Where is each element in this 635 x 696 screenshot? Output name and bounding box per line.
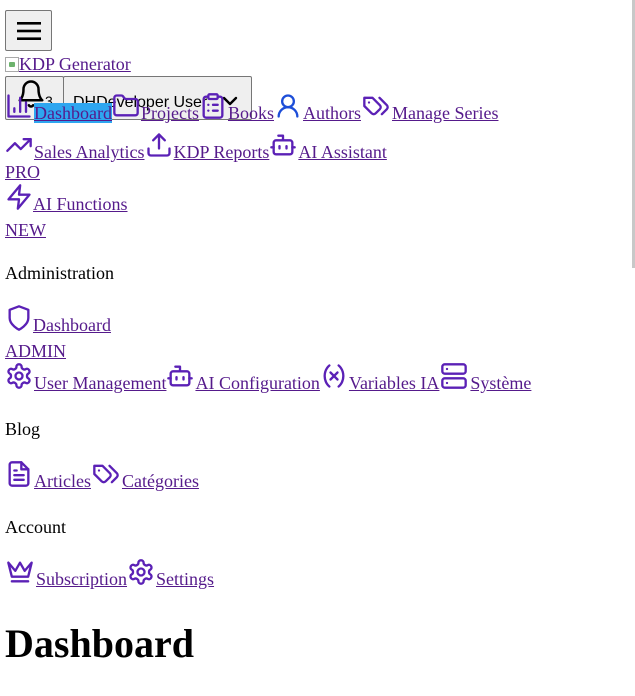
nav-item-ai-configuration[interactable]: AI Configuration [166, 365, 320, 393]
badge-pro[interactable]: PRO [5, 161, 40, 183]
variable-icon [323, 364, 345, 388]
section-title-blog: Blog [5, 419, 41, 439]
nav-item-subscription[interactable]: Subscription [5, 561, 128, 589]
nav-label: Système [470, 373, 532, 393]
nav-item-ai-assistant[interactable]: AI Assistant [269, 134, 387, 162]
hamburger-icon [16, 21, 41, 40]
user-icon [277, 94, 299, 118]
upload-icon [146, 133, 171, 157]
nav-item-dashboard[interactable]: Dashboard [5, 94, 112, 123]
nav-item-user-management[interactable]: User Management [5, 363, 167, 393]
bot-icon [167, 365, 194, 387]
crown-icon [7, 561, 33, 583]
admin-nav: User Management AI Configuration Variables… [5, 362, 531, 401]
nav-label: Manage Series [392, 103, 499, 123]
nav-label: Variables IA [348, 373, 440, 393]
bot-icon [270, 134, 297, 156]
nav-label: AI Configuration [195, 373, 320, 393]
blog-nav: Articles Catégories [5, 460, 199, 499]
tags-icon [93, 464, 119, 484]
logo-link[interactable]: KDP Generator [5, 53, 131, 75]
tags-icon [363, 96, 389, 116]
nav-label: User Management [34, 373, 167, 393]
account-nav: Subscription Settings [5, 558, 214, 597]
nav-label: AI Assistant [298, 142, 387, 162]
nav-item-sales-analytics[interactable]: Sales Analytics [5, 138, 145, 162]
nav-label: Authors [303, 103, 361, 123]
section-title-administration: Administration [5, 263, 114, 283]
nav-item-projects[interactable]: Projects [112, 94, 199, 123]
nav-item-systeme[interactable]: Système [439, 363, 532, 393]
clipboard-list-icon [202, 93, 224, 119]
nav-item-kdp-reports[interactable]: KDP Reports [145, 133, 270, 162]
shield-icon [8, 305, 30, 331]
page-title: Dashboard [5, 621, 194, 666]
nav-label: Projects [140, 103, 199, 123]
nav-item-categories[interactable]: Catégories [91, 464, 199, 491]
badge-admin[interactable]: ADMIN [5, 340, 66, 362]
nav-label: Dashboard [33, 315, 111, 335]
nav-label: Catégories [121, 471, 199, 491]
gear-icon [7, 363, 31, 389]
trending-up-icon [6, 138, 32, 152]
section-title-account: Account [5, 517, 66, 537]
nav-label: Articles [34, 471, 91, 491]
badge-new[interactable]: NEW [5, 219, 46, 241]
main-nav: Dashboard Projects Books Authors Manage Seri… [5, 92, 625, 170]
nav-item-ai-functions[interactable]: AI Functions [5, 183, 128, 222]
nav-label: Books [227, 103, 274, 123]
nav-item-manage-series[interactable]: Manage Series [361, 96, 499, 123]
nav-item-settings[interactable]: Settings [127, 559, 215, 589]
nav-item-variables-ia[interactable]: Variables IA [320, 364, 440, 393]
logo-image [5, 57, 19, 72]
server-icon [441, 363, 468, 389]
nav-item-books[interactable]: Books [199, 93, 274, 123]
nav-label: Settings [156, 569, 215, 589]
logo-alt-text: KDP Generator [19, 54, 131, 74]
nav-label: Sales Analytics [34, 142, 145, 162]
nav-label: Dashboard [34, 103, 112, 123]
nav-label: Subscription [36, 569, 128, 589]
file-text-icon [8, 461, 30, 487]
nav-label: AI Functions [33, 194, 128, 214]
menu-toggle-button[interactable] [5, 10, 52, 51]
gear-icon [129, 559, 153, 585]
nav-item-authors[interactable]: Authors [274, 94, 361, 123]
folder-icon [113, 94, 139, 117]
nav-label: KDP Reports [173, 142, 270, 162]
zap-icon [7, 184, 31, 210]
nav-item-admin-dashboard[interactable]: Dashboard [5, 304, 111, 343]
nav-item-articles[interactable]: Articles [5, 461, 91, 491]
bar-chart-icon [7, 94, 31, 118]
